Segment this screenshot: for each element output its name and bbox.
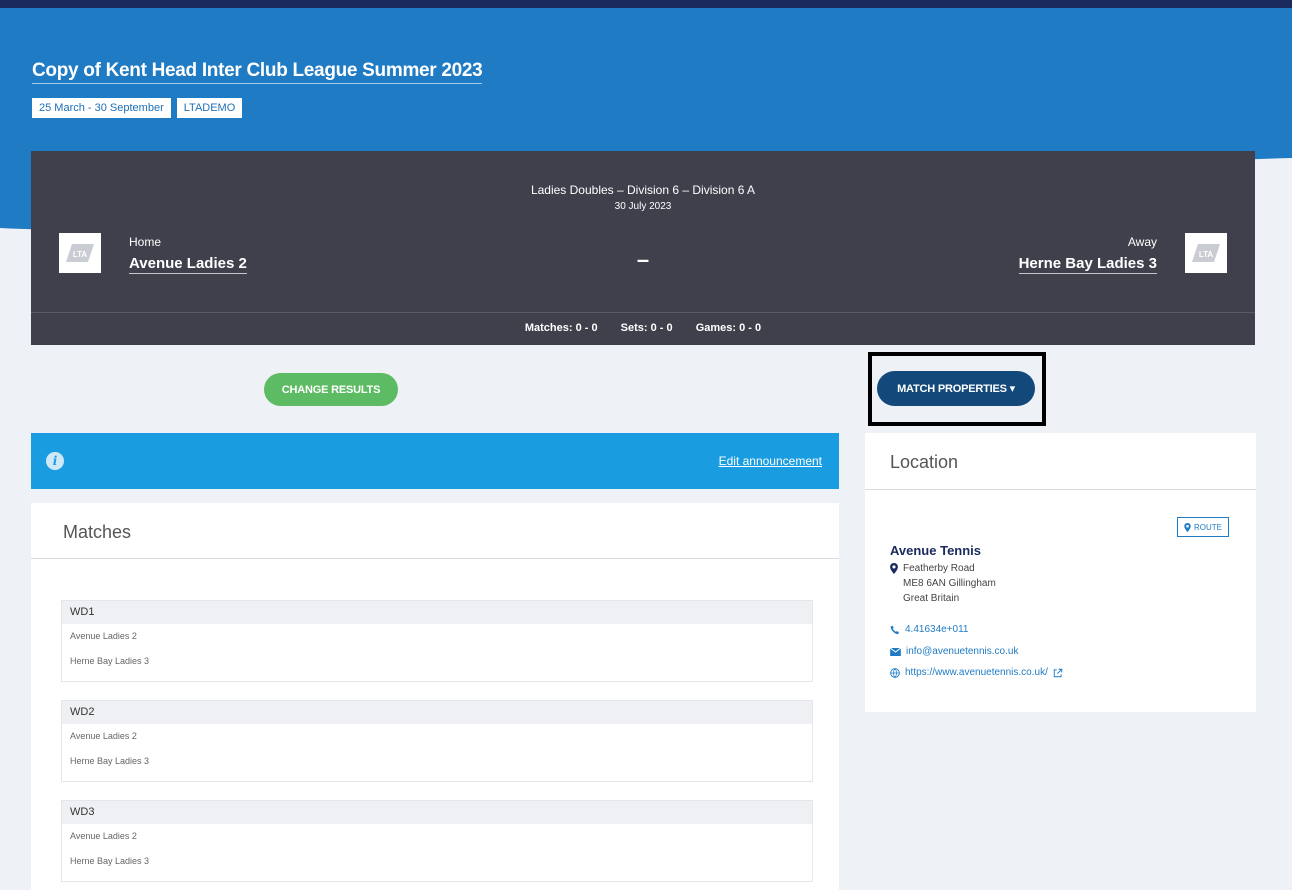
games-stat: Games: 0 - 0 (695, 322, 762, 334)
match-home-team: Avenue Ladies 2 (70, 831, 137, 841)
card-divider (31, 312, 1255, 313)
location-divider (865, 489, 1256, 490)
venue-website[interactable]: https://www.avenuetennis.co.uk/ (890, 667, 1063, 678)
location-title: Location (890, 452, 959, 472)
panel-divider (31, 558, 839, 559)
info-icon: i (46, 452, 64, 470)
map-pin-icon (1184, 522, 1191, 532)
match-home-team: Avenue Ladies 2 (70, 631, 137, 641)
venue-address: Featherby Road ME8 6AN Gillingham Great … (890, 561, 996, 606)
match-block[interactable]: WD1 Avenue Ladies 2 Herne Bay Ladies 3 (61, 600, 813, 682)
away-team-name[interactable]: Herne Bay Ladies 3 (1018, 255, 1157, 274)
match-away-team: Herne Bay Ladies 3 (70, 656, 150, 666)
globe-icon (890, 667, 900, 678)
league-chips: 25 March - 30 September LTADEMO (32, 98, 243, 118)
top-navy-stripe (0, 0, 1292, 8)
match-code: WD1 (62, 601, 812, 624)
location-panel: Location ROUTE Avenue Tennis Featherby R… (865, 433, 1256, 712)
match-date: 30 July 2023 (614, 201, 672, 212)
sets-stat: Sets: 0 - 0 (620, 322, 673, 334)
matches-panel: Matches WD1 Avenue Ladies 2 Herne Bay La… (31, 503, 839, 890)
competition-name: Ladies Doubles – Division 6 – Division 6… (530, 183, 756, 197)
website-text[interactable]: https://www.avenuetennis.co.uk/ (905, 667, 1048, 678)
away-label: Away (1127, 235, 1157, 249)
date-range-chip: 25 March - 30 September (32, 98, 171, 118)
address-line-3: Great Britain (903, 593, 960, 604)
match-home-team: Avenue Ladies 2 (70, 731, 137, 741)
match-away-team: Herne Bay Ladies 3 (70, 756, 150, 766)
league-title[interactable]: Copy of Kent Head Inter Club League Summ… (32, 60, 483, 84)
matches-stat: Matches: 0 - 0 (524, 322, 598, 334)
venue-name: Avenue Tennis (890, 543, 982, 558)
external-link-icon (1053, 668, 1063, 677)
away-team-logo: LTA (1185, 233, 1227, 273)
address-line-2: ME8 6AN Gillingham (903, 578, 996, 589)
venue-phone[interactable]: 4.41634e+011 (890, 624, 969, 635)
edit-announcement-link[interactable]: Edit announcement (719, 454, 822, 468)
match-away-team: Herne Bay Ladies 3 (70, 856, 150, 866)
phone-text[interactable]: 4.41634e+011 (905, 624, 969, 635)
map-pin-icon (890, 563, 898, 574)
phone-icon (890, 625, 900, 634)
venue-email[interactable]: info@avenuetennis.co.uk (890, 646, 1018, 657)
address-line-1: Featherby Road (903, 563, 975, 574)
mail-icon (890, 647, 901, 656)
match-code: WD2 (62, 701, 812, 724)
away-logo-text: LTA (1199, 250, 1214, 259)
route-label: ROUTE (1194, 522, 1222, 532)
league-code-chip: LTADEMO (176, 98, 243, 118)
match-stats: Matches: 0 - 0 Sets: 0 - 0 Games: 0 - 0 (31, 322, 1255, 334)
email-text[interactable]: info@avenuetennis.co.uk (906, 646, 1018, 657)
matches-title: Matches (63, 522, 132, 542)
change-results-button[interactable]: CHANGE RESULTS (264, 373, 398, 406)
match-code: WD3 (62, 801, 812, 824)
announcement-bar: i Edit announcement (31, 433, 839, 489)
route-button[interactable]: ROUTE (1177, 517, 1229, 537)
lta-logo-icon: LTA (1192, 244, 1220, 262)
match-block[interactable]: WD2 Avenue Ladies 2 Herne Bay Ladies 3 (61, 700, 813, 782)
match-block[interactable]: WD3 Avenue Ladies 2 Herne Bay Ladies 3 (61, 800, 813, 882)
match-header-card: Ladies Doubles – Division 6 – Division 6… (31, 151, 1255, 345)
match-properties-button[interactable]: MATCH PROPERTIES ▾ (877, 371, 1035, 406)
